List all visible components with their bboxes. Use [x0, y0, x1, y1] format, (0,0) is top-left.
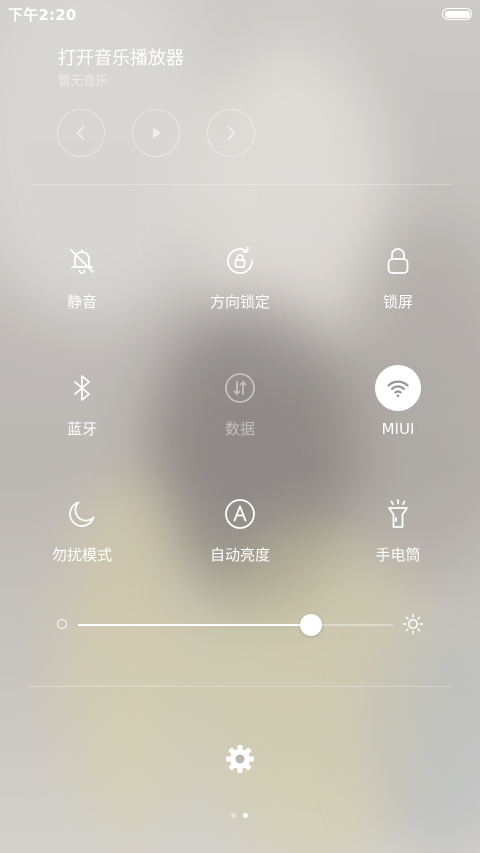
toggle-rotation-lock[interactable]: 方向锁定	[180, 238, 300, 311]
play-button[interactable]	[132, 109, 180, 157]
previous-button[interactable]	[57, 109, 105, 157]
toggle-label: 手电筒	[375, 546, 421, 564]
brightness-slider-fill	[78, 624, 312, 626]
toggle-mute[interactable]: 静音	[22, 238, 142, 311]
data-arrows-icon	[225, 373, 255, 403]
toggle-lock-screen[interactable]: 锁屏	[338, 238, 458, 311]
toggle-label: 方向锁定	[209, 293, 270, 311]
toggle-label: 数据	[224, 420, 255, 438]
toggle-label: 自动亮度	[209, 546, 270, 564]
divider	[28, 184, 452, 185]
rotation-lock-icon	[227, 246, 253, 274]
wifi-icon	[387, 380, 409, 398]
battery-icon	[442, 8, 472, 20]
moon-icon	[69, 501, 95, 527]
toggle-label: MIUI	[381, 420, 415, 438]
flashlight-icon	[388, 499, 408, 528]
control-center: 下午2:20 打开音乐播放器 暂无音乐 静音 方向锁定 锁屏 蓝牙 数据 MIU…	[0, 0, 480, 853]
next-icon	[227, 126, 236, 140]
brightness-low-icon	[57, 619, 67, 629]
previous-icon	[76, 126, 85, 140]
status-time: 下午2:20	[8, 6, 77, 24]
bluetooth-icon	[74, 375, 90, 401]
toggle-bluetooth[interactable]: 蓝牙	[22, 365, 142, 438]
next-button[interactable]	[207, 109, 255, 157]
toggle-do-not-disturb[interactable]: 勿扰模式	[22, 491, 142, 564]
brightness-high-icon	[402, 613, 424, 635]
gear-icon[interactable]	[224, 743, 256, 775]
toggle-label: 蓝牙	[66, 420, 97, 438]
toggle-label: 勿扰模式	[51, 546, 112, 564]
brightness-slider-thumb[interactable]	[300, 614, 323, 636]
pager-dot[interactable]	[243, 813, 248, 818]
music-status: 暂无音乐	[58, 73, 109, 88]
play-icon	[153, 127, 162, 139]
music-player-title[interactable]: 打开音乐播放器	[58, 44, 184, 70]
brightness-slider[interactable]	[78, 614, 393, 636]
toggle-mobile-data[interactable]: 数据	[180, 365, 300, 438]
lock-icon	[387, 248, 409, 274]
pager-dot[interactable]	[231, 813, 236, 818]
toggle-label: 锁屏	[382, 293, 413, 311]
toggle-flashlight[interactable]: 手电筒	[338, 491, 458, 564]
toggle-wifi[interactable]: MIUI	[338, 365, 458, 438]
toggle-label: 静音	[66, 293, 97, 311]
auto-brightness-icon	[225, 499, 255, 529]
divider	[28, 686, 452, 687]
toggle-auto-brightness[interactable]: 自动亮度	[180, 491, 300, 564]
bell-off-icon	[70, 249, 94, 274]
